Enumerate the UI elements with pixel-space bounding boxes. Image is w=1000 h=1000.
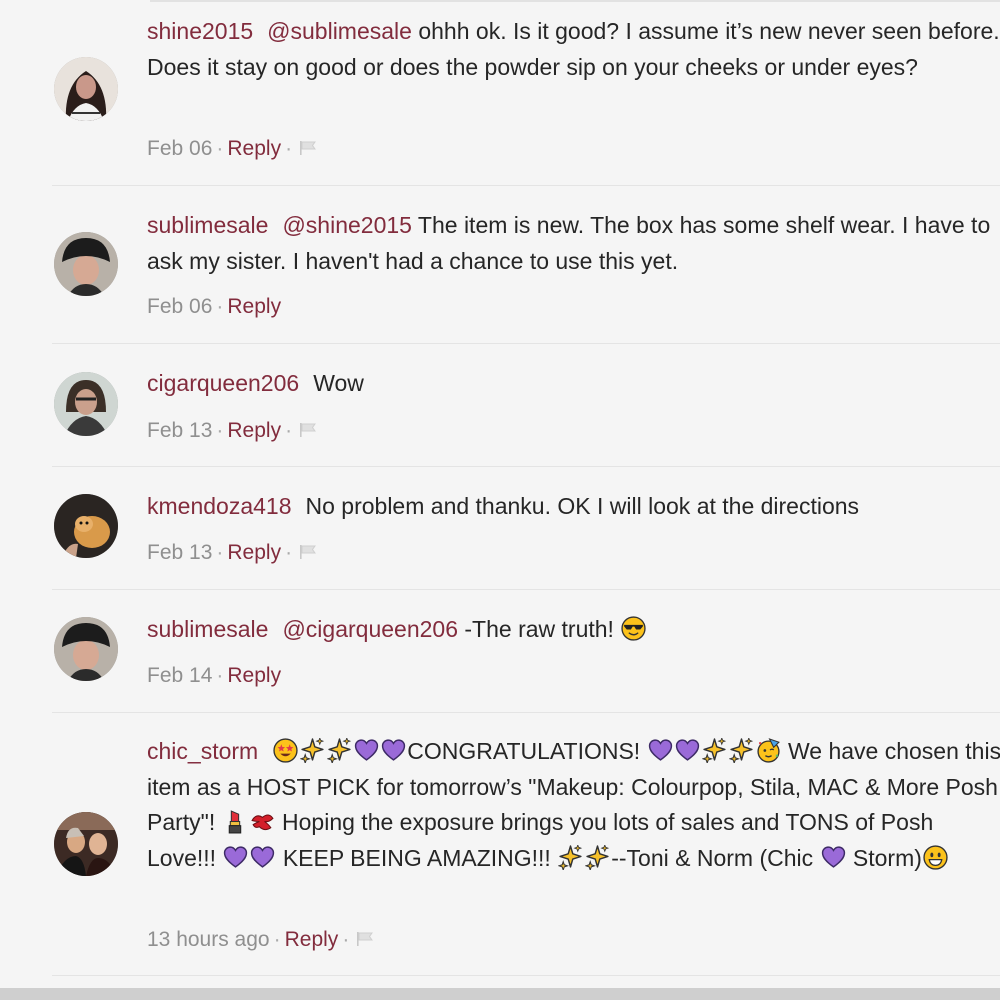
comment-item: chic_storm CONGRATULATIONS! We have chose… (52, 713, 1000, 975)
kiss-mark-emoji-icon (250, 809, 275, 834)
purple-heart-emoji-icon (821, 845, 846, 870)
bottom-scroll-bar[interactable] (0, 988, 1000, 1000)
purple-heart-emoji-icon (354, 738, 379, 763)
meta-separator: · (216, 295, 224, 318)
reply-link[interactable]: Reply (227, 295, 281, 318)
comment-body: The item is new. The box has some shelf … (147, 212, 991, 274)
comment-meta: 13 hours ago · Reply · (147, 928, 375, 952)
meta-separator: · (285, 419, 293, 442)
comment-body-part: KEEP BEING AMAZING!!! (276, 844, 551, 871)
sparkles-emoji-icon (585, 845, 610, 870)
comment-meta: Feb 06 · Reply · (147, 137, 318, 161)
comment-username[interactable]: sublimesale (147, 212, 268, 238)
avatar[interactable] (54, 494, 118, 558)
avatar[interactable] (54, 232, 118, 296)
comment-body: Wow (313, 370, 364, 396)
comment-meta: Feb 13 · Reply · (147, 541, 318, 565)
comment-mention[interactable]: @sublimesale (267, 18, 412, 44)
comment-username[interactable]: cigarqueen206 (147, 370, 299, 396)
comment-mention[interactable]: @cigarqueen206 (282, 616, 458, 642)
meta-separator: · (216, 664, 224, 687)
comment-username[interactable]: sublimesale (147, 616, 268, 642)
comment-text: sublimesale @shine2015 The item is new. T… (147, 208, 1000, 279)
comment-divider (52, 975, 1000, 976)
comment-body-part: --Toni & Norm (Chic (611, 844, 814, 871)
sparkles-emoji-icon (729, 738, 754, 763)
comment-date: Feb 13 (147, 541, 213, 564)
avatar[interactable] (54, 57, 118, 121)
purple-heart-emoji-icon (648, 738, 673, 763)
purple-heart-emoji-icon (381, 738, 406, 763)
comment-item: sublimesale @cigarqueen206 -The raw truth… (52, 590, 1000, 712)
meta-separator: · (216, 137, 224, 160)
comment-body: No problem and thanku. OK I will look at… (305, 493, 860, 519)
comment-item: sublimesale @shine2015 The item is new. T… (52, 186, 1000, 343)
avatar[interactable] (54, 812, 118, 876)
comment-username[interactable]: shine2015 (147, 18, 253, 44)
purple-heart-emoji-icon (250, 845, 275, 870)
comment-meta: Feb 14 · Reply (147, 664, 281, 688)
flag-icon[interactable] (298, 140, 318, 156)
sparkles-emoji-icon (702, 738, 727, 763)
comment-username[interactable]: chic_storm (147, 738, 258, 764)
sparkles-emoji-icon (558, 845, 583, 870)
meta-separator: · (216, 419, 224, 442)
comment-meta: Feb 06 · Reply (147, 295, 281, 319)
sparkles-emoji-icon (327, 738, 352, 763)
star-struck-emoji-icon (273, 738, 298, 763)
comment-item: kmendoza418 No problem and thanku. OK I w… (52, 467, 1000, 589)
reply-link[interactable]: Reply (227, 664, 281, 687)
comment-meta: Feb 13 · Reply · (147, 419, 318, 443)
comment-body-part: CONGRATULATIONS! (407, 738, 641, 764)
comment-item: cigarqueen206 Wow Feb 13 · Reply · (52, 344, 1000, 466)
purple-heart-emoji-icon (675, 738, 700, 763)
comment-mention[interactable]: @shine2015 (282, 212, 412, 238)
partying-face-emoji-icon (756, 738, 781, 763)
reply-link[interactable]: Reply (227, 541, 281, 564)
reply-link[interactable]: Reply (285, 928, 339, 951)
comment-date: Feb 06 (147, 137, 213, 160)
flag-icon[interactable] (298, 422, 318, 438)
comment-date: Feb 06 (147, 295, 213, 318)
comment-text: sublimesale @cigarqueen206 -The raw truth… (147, 612, 1000, 648)
reply-link[interactable]: Reply (227, 137, 281, 160)
meta-separator: · (285, 137, 293, 160)
meta-separator: · (285, 541, 293, 564)
comment-date: Feb 13 (147, 419, 213, 442)
comment-date: 13 hours ago (147, 928, 270, 951)
comment-body: -The raw truth! (458, 616, 614, 642)
comment-body-part: Storm) (846, 844, 922, 871)
meta-separator: · (342, 928, 350, 951)
flag-icon[interactable] (355, 931, 375, 947)
reply-link[interactable]: Reply (227, 419, 281, 442)
purple-heart-emoji-icon (223, 845, 248, 870)
sunglasses-emoji-icon (621, 616, 646, 641)
comment-text: cigarqueen206 Wow (147, 366, 1000, 402)
lipstick-emoji-icon (223, 809, 248, 834)
comment-username[interactable]: kmendoza418 (147, 493, 292, 519)
comment-text: shine2015 @sublimesale ohhh ok. Is it goo… (147, 14, 1000, 85)
comments-page: shine2015 @sublimesale ohhh ok. Is it goo… (0, 0, 1000, 1000)
comment-date: Feb 14 (147, 664, 213, 687)
sparkles-emoji-icon (300, 738, 325, 763)
comment-text: chic_storm CONGRATULATIONS! We have chose… (147, 734, 1000, 876)
meta-separator: · (216, 541, 224, 564)
grinning-face-emoji-icon (923, 845, 948, 870)
comment-text: kmendoza418 No problem and thanku. OK I w… (147, 489, 1000, 525)
comment-item: shine2015 @sublimesale ohhh ok. Is it goo… (52, 0, 1000, 185)
avatar[interactable] (54, 372, 118, 436)
flag-icon[interactable] (298, 544, 318, 560)
avatar[interactable] (54, 617, 118, 681)
meta-separator: · (273, 928, 281, 951)
